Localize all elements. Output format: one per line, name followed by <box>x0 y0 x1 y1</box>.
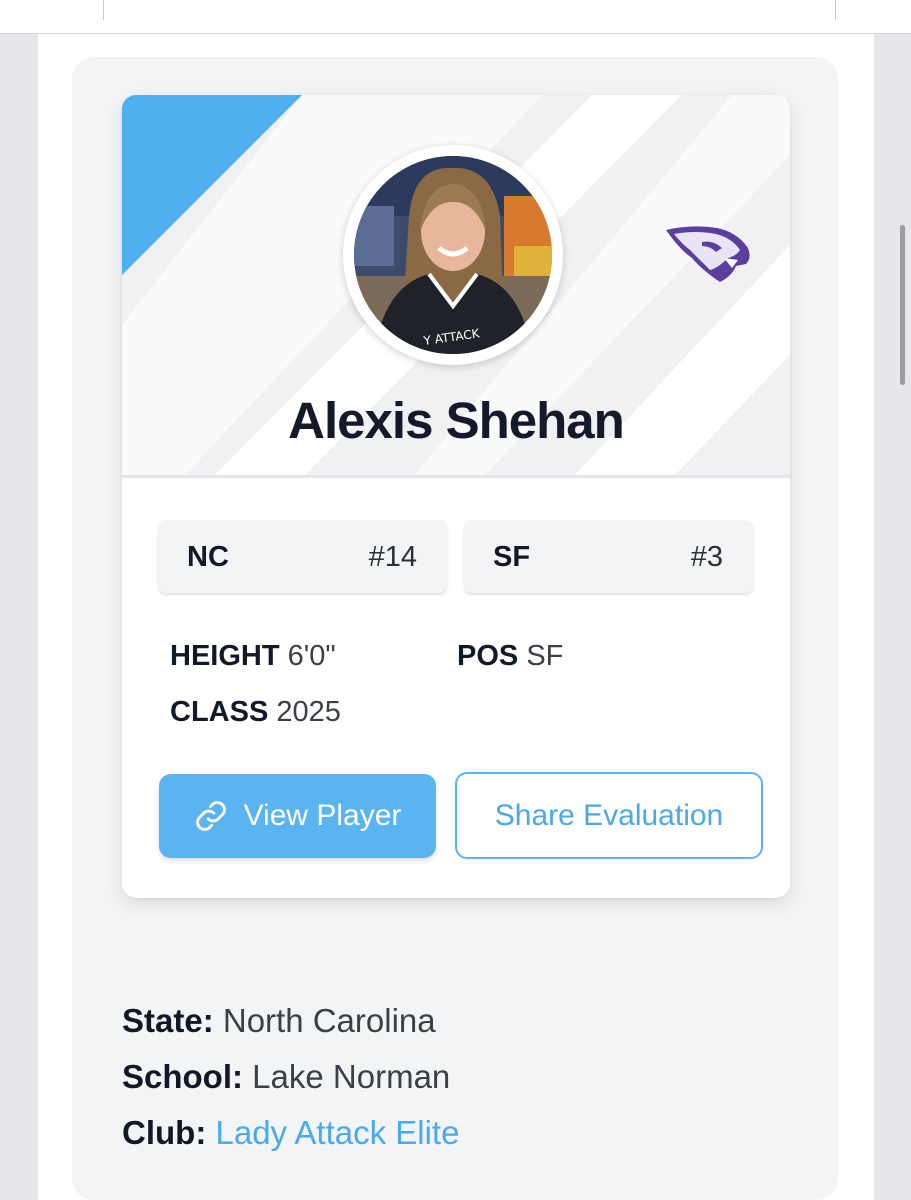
panther-logo-icon <box>662 220 754 285</box>
state-rank-chip: NC #14 <box>158 520 447 593</box>
rank-label: NC <box>187 541 229 573</box>
club-link[interactable]: Lady Attack Elite <box>215 1114 459 1151</box>
school-row: School: Lake Norman <box>122 1058 450 1096</box>
view-player-label: View Player <box>243 799 402 832</box>
height-attribute: HEIGHT 6'0" <box>170 640 336 673</box>
scrollbar[interactable] <box>900 225 905 385</box>
share-evaluation-button[interactable]: Share Evaluation <box>455 772 763 859</box>
player-avatar[interactable]: Y ATTACK <box>343 145 563 365</box>
share-evaluation-label: Share Evaluation <box>494 798 724 832</box>
class-value: 2025 <box>276 696 341 728</box>
height-value: 6'0" <box>287 640 336 672</box>
school-label: School: <box>122 1058 243 1095</box>
pos-value: SF <box>526 640 564 672</box>
card-header: Y ATTACK Alexis Shehan <box>122 95 790 478</box>
rank-value: #14 <box>368 541 417 573</box>
header-divider <box>103 0 104 20</box>
player-name: Alexis Shehan <box>288 392 625 449</box>
pos-label: POS <box>457 640 519 672</box>
club-label: Club: <box>122 1114 207 1151</box>
player-photo: Y ATTACK <box>354 156 552 354</box>
player-card: Y ATTACK Alexis Shehan NC #14 SF #3 HEIG… <box>122 95 790 898</box>
state-row: State: North Carolina <box>122 1002 436 1040</box>
top-header-strip <box>0 0 911 34</box>
class-label: CLASS <box>170 696 269 728</box>
class-attribute: CLASS 2025 <box>170 696 341 729</box>
header-divider <box>835 0 836 20</box>
state-label: State: <box>122 1002 214 1039</box>
rank-value: #3 <box>690 541 723 573</box>
link-icon <box>195 801 226 831</box>
school-value: Lake Norman <box>252 1058 451 1095</box>
club-row: Club: Lady Attack Elite <box>122 1114 459 1152</box>
rank-label: SF <box>493 541 531 573</box>
view-player-button[interactable]: View Player <box>159 774 436 858</box>
height-label: HEIGHT <box>170 640 280 672</box>
position-rank-chip: SF #3 <box>464 520 753 593</box>
pos-attribute: POS SF <box>457 640 563 673</box>
state-value: North Carolina <box>222 1002 436 1039</box>
